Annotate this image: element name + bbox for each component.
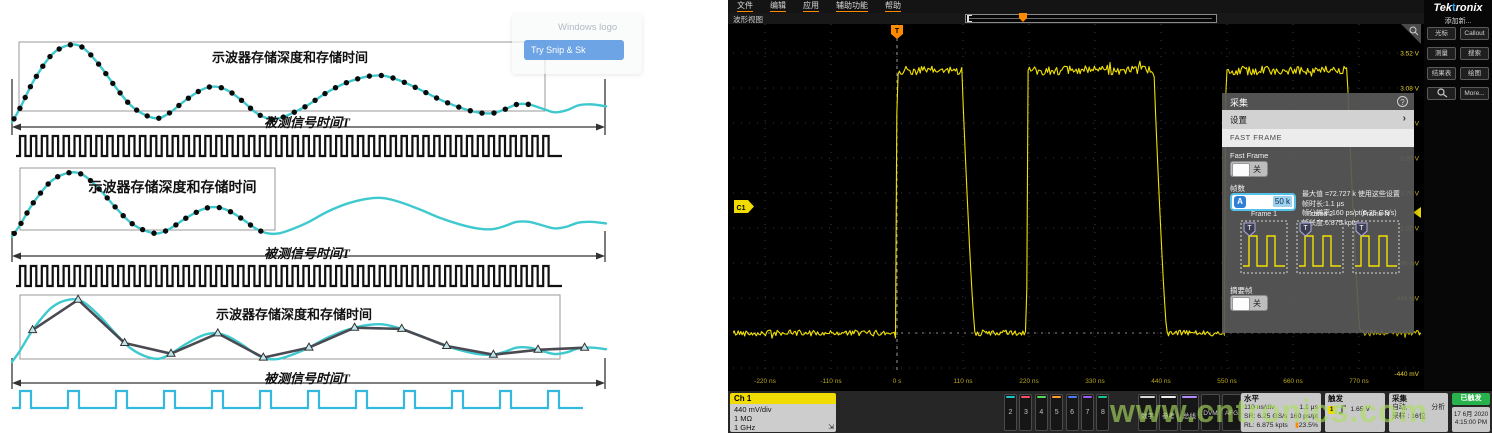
sidebar-button-2[interactable]: 测量	[1427, 47, 1456, 60]
svg-text:T: T	[895, 28, 900, 35]
diagram2-title: 示波器存储深度和存储时间	[75, 177, 270, 197]
summary-frame-toggle[interactable]: 关	[1230, 295, 1268, 311]
overview-bracket	[967, 15, 972, 22]
sidebar-button-1[interactable]: Callout	[1460, 27, 1489, 40]
svg-text:T: T	[1359, 225, 1364, 232]
toggle-knob	[1232, 163, 1250, 177]
x-tick-label: -220 ns	[754, 378, 776, 385]
y-bottom-label: -440 mV	[1394, 371, 1419, 378]
popup-title: Windows logo	[558, 22, 617, 33]
menu-item-2[interactable]: 应用	[803, 1, 819, 12]
acquisition-dialog: 采集 ? 设置 › FAST FRAME Fast Frame 关 帧数 A 5…	[1222, 93, 1414, 333]
menu-item-3[interactable]: 辅助功能	[836, 1, 868, 12]
watermark: www.cntronics.com	[1110, 393, 1428, 430]
channel-4-button[interactable]: 4	[1035, 394, 1048, 431]
acquisition-value: 分析	[1431, 403, 1445, 412]
svg-text:T: T	[1247, 225, 1252, 232]
menu-item-0[interactable]: 文件	[737, 1, 753, 12]
channel1-marker[interactable]: C1	[734, 200, 754, 213]
toggle-knob	[1232, 297, 1250, 311]
overview-line	[968, 18, 1212, 19]
oscilloscope-app: 文件 编辑 应用 辅助功能 帮助 波形视图 -220 ns -110 ns 0 s 110 n…	[728, 0, 1492, 433]
channel-3-button[interactable]: 3	[1019, 394, 1032, 431]
help-icon[interactable]: ?	[1397, 96, 1408, 107]
fastframe-label: Fast Frame	[1230, 151, 1268, 160]
frame-preview-2: Frame NT	[1352, 211, 1400, 279]
frame-count-value: 50 k	[1273, 196, 1292, 207]
frame-waveform-preview: T	[1296, 218, 1344, 274]
diagram1-time-label: 被测信号时间T	[252, 112, 362, 131]
sidebar-button-3[interactable]: 搜索	[1460, 47, 1489, 60]
frame-preview-0: Frame 1T	[1240, 211, 1288, 279]
sidebar-button-4[interactable]: 结果表	[1427, 67, 1456, 80]
channel1-settings: 440 mV/div 1 MΩ 1 GHz ⇲	[730, 404, 836, 432]
info-line: 最大值 =72.727 k 使用这些设置	[1302, 190, 1410, 200]
x-tick-label: 0 s	[893, 378, 902, 385]
datetime-display: 17 6月 2020 4:15:00 PM	[1452, 407, 1490, 432]
diagram1-title: 示波器存储深度和存储时间	[205, 47, 375, 66]
dialog-header[interactable]: 采集 ?	[1222, 93, 1414, 110]
sidebar-button-0[interactable]: 光标	[1427, 27, 1456, 40]
expand-icon: ⇲	[828, 423, 834, 432]
sampling-diagrams-panel: 示波器存储深度和存储时间 示波器存储深度和存储时间 示波器存储深度和存储时间 被…	[0, 0, 728, 433]
try-snip-button[interactable]: Try Snip & Sk	[524, 40, 624, 60]
triggered-status-button[interactable]: 已触发	[1452, 393, 1490, 405]
menu-item-1[interactable]: 编辑	[770, 1, 786, 12]
settings-row[interactable]: 设置 ›	[1222, 110, 1414, 129]
frame-preview-1: Frame 2T	[1296, 211, 1344, 279]
magnifier-icon	[1436, 88, 1448, 98]
x-tick-label: 330 ns	[1085, 378, 1105, 385]
add-new-heading: 添加新...	[1424, 16, 1492, 26]
frame-waveform-preview: T	[1352, 218, 1400, 274]
knob-a-icon: A	[1234, 196, 1246, 208]
channel-8-button[interactable]: 8	[1096, 394, 1109, 431]
view-strip: 波形视图	[728, 13, 1492, 24]
windows-notification-popup: Windows logo Try Snip & Sk	[512, 14, 642, 74]
settings-label: 设置	[1230, 114, 1247, 126]
trigger-position-flag[interactable]: T	[891, 25, 903, 39]
channel1-badge[interactable]: Ch 1 440 mV/div 1 MΩ 1 GHz ⇲	[730, 393, 836, 432]
fastframe-toggle[interactable]: 关	[1230, 161, 1268, 177]
diagram2-time-label: 被测信号时间T	[252, 243, 362, 262]
x-tick-label: 660 ns	[1283, 378, 1303, 385]
diagram3-time-label: 被测信号时间T	[252, 368, 362, 387]
x-tick-label: 770 ns	[1349, 378, 1369, 385]
frame-waveform-preview: T	[1240, 218, 1288, 274]
menu-bar: 文件 编辑 应用 辅助功能 帮助	[728, 0, 1492, 13]
fastframe-section-header: FAST FRAME	[1222, 129, 1414, 147]
info-line: 帧时长:1.1 μs	[1302, 200, 1410, 210]
y-tick-label: 3.08 V	[1400, 86, 1419, 93]
frame-trigger-flag: T	[1244, 223, 1255, 236]
x-tick-label: 220 ns	[1019, 378, 1039, 385]
frame-trigger-flag: T	[1356, 223, 1367, 236]
diagram3-title: 示波器存储深度和存储时间	[210, 304, 378, 323]
x-tick-label: -110 ns	[820, 378, 842, 385]
overview-trigger-marker[interactable]	[1019, 13, 1027, 22]
sidebar-button-5[interactable]: 绘图	[1460, 67, 1489, 80]
x-tick-label: 440 ns	[1151, 378, 1171, 385]
channel-7-button[interactable]: 7	[1081, 394, 1094, 431]
channel1-label: Ch 1	[730, 393, 836, 404]
frame-trigger-flag: T	[1300, 223, 1311, 236]
record-overview-bar[interactable]	[965, 14, 1217, 23]
chevron-right-icon: ›	[1403, 113, 1406, 124]
zoom-button[interactable]	[1427, 87, 1456, 100]
svg-text:C1: C1	[737, 205, 746, 212]
y-tick-label: 3.52 V	[1400, 51, 1419, 58]
zoom-corner-icon[interactable]	[1401, 24, 1421, 44]
tektronix-logo: Tektronix	[1424, 2, 1492, 14]
trigger-level-arrow[interactable]	[1413, 207, 1421, 218]
x-tick-label: 110 ns	[953, 378, 973, 385]
frame-count-input[interactable]: A 50 k	[1230, 193, 1296, 211]
screenshot-root: 示波器存储深度和存储时间 示波器存储深度和存储时间 示波器存储深度和存储时间 被…	[0, 0, 1492, 433]
right-sidebar: Tektronix 添加新... 光标 Callout 测量搜索结果表绘图 More.…	[1424, 0, 1492, 390]
channel-5-button[interactable]: 5	[1050, 394, 1063, 431]
channel-2-button[interactable]: 2	[1004, 394, 1017, 431]
dialog-title: 采集	[1230, 96, 1248, 109]
sidebar-button-7[interactable]: More...	[1460, 87, 1489, 100]
menu-item-4[interactable]: 帮助	[885, 1, 901, 12]
svg-text:T: T	[1303, 225, 1308, 232]
channel-6-button[interactable]: 6	[1066, 394, 1079, 431]
x-tick-label: 550 ns	[1217, 378, 1237, 385]
